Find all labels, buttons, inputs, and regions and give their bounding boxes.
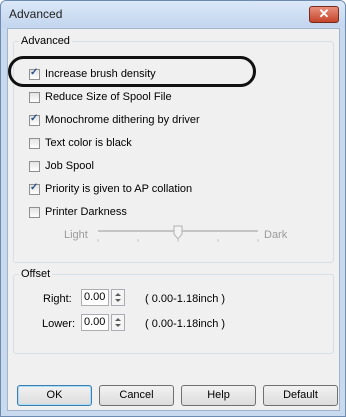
right-offset-input[interactable]: 0.00	[81, 289, 109, 306]
darkness-dark-label: Dark	[264, 229, 288, 241]
checkbox-label: Reduce Size of Spool File	[45, 91, 172, 103]
checkbox-box[interactable]	[29, 137, 40, 149]
offset-group-title: Offset	[19, 268, 53, 280]
ap-collation-priority-checkbox[interactable]: ✓ Priority is given to AP collation	[29, 181, 192, 197]
window-title: Advanced	[9, 7, 63, 21]
annotation-highlight-ellipse	[8, 56, 256, 87]
checkbox-label: Printer Darkness	[45, 206, 127, 218]
lower-offset-range: ( 0.00-1.18inch )	[145, 318, 226, 330]
lower-offset-label: Lower:	[42, 318, 76, 330]
cancel-button[interactable]: Cancel	[99, 385, 174, 406]
darkness-slider[interactable]	[96, 225, 260, 245]
darkness-light-label: Light	[64, 229, 88, 241]
right-offset-range: ( 0.00-1.18inch )	[145, 293, 226, 305]
offset-group	[13, 274, 334, 354]
right-offset-label: Right:	[43, 293, 72, 305]
checkbox-box[interactable]	[29, 91, 40, 103]
close-icon: ✕	[318, 6, 330, 21]
checkmark-icon: ✓	[30, 181, 39, 193]
checkbox-label: Text color is black	[45, 137, 132, 149]
advanced-dialog: Advanced ✕ Advanced ✓ Increase brush den…	[0, 0, 346, 417]
checkbox-box[interactable]	[29, 206, 40, 218]
lower-offset-input[interactable]: 0.00	[81, 314, 109, 331]
checkbox-label: Priority is given to AP collation	[45, 183, 193, 195]
title-bar[interactable]: Advanced ✕	[1, 1, 345, 27]
ok-button[interactable]: OK	[17, 385, 92, 406]
checkbox-label: Job Spool	[45, 160, 94, 172]
monochrome-dithering-checkbox[interactable]: ✓ Monochrome dithering by driver	[29, 112, 200, 128]
lower-offset-spinner[interactable]	[111, 314, 125, 331]
checkmark-icon: ✓	[30, 112, 39, 124]
text-color-black-checkbox[interactable]: Text color is black	[29, 135, 132, 151]
printer-darkness-checkbox[interactable]: Printer Darkness	[29, 204, 127, 220]
right-offset-spinner[interactable]	[111, 289, 125, 306]
help-button[interactable]: Help	[181, 385, 256, 406]
advanced-group-title: Advanced	[19, 35, 72, 47]
checkbox-box[interactable]: ✓	[29, 112, 40, 126]
spin-arrows-icon	[115, 318, 121, 327]
close-button[interactable]: ✕	[309, 6, 339, 23]
slider-thumb[interactable]	[173, 225, 183, 240]
checkbox-box[interactable]: ✓	[29, 181, 40, 195]
reduce-spool-size-checkbox[interactable]: Reduce Size of Spool File	[29, 89, 172, 105]
spin-arrows-icon	[115, 293, 121, 302]
checkbox-box[interactable]	[29, 160, 40, 172]
checkbox-label: Monochrome dithering by driver	[45, 114, 200, 126]
job-spool-checkbox[interactable]: Job Spool	[29, 158, 94, 174]
default-button[interactable]: Default	[263, 385, 338, 406]
